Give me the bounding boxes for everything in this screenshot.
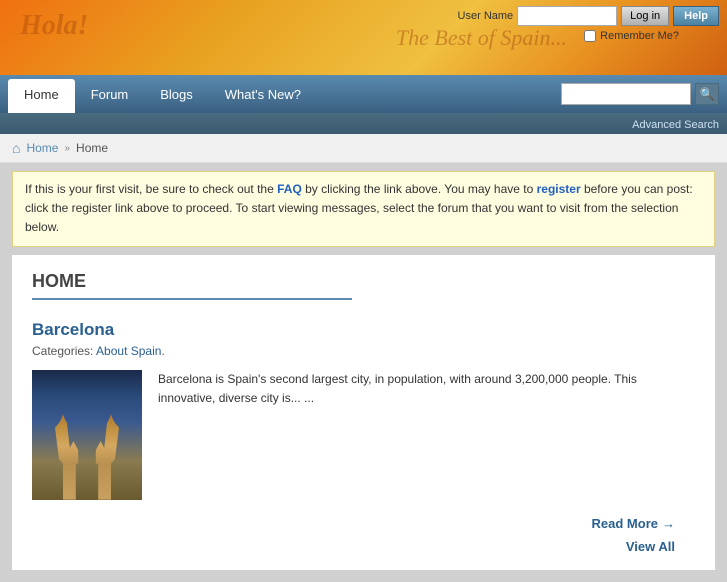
home-icon: ⌂ (12, 140, 20, 156)
article-image (32, 370, 142, 500)
remember-label: Remember Me? (600, 30, 679, 42)
register-link[interactable]: register (537, 182, 581, 196)
read-more-link[interactable]: Read More → (592, 516, 675, 531)
info-text-2: by clicking the link above. You may have… (302, 182, 537, 196)
article-title[interactable]: Barcelona (32, 320, 695, 340)
breadcrumb-home-link[interactable]: Home (26, 141, 58, 155)
read-more-area: Read More → (32, 516, 695, 531)
article-body: Barcelona is Spain's second largest city… (32, 370, 695, 500)
faq-link[interactable]: FAQ (277, 182, 302, 196)
username-label: User Name (458, 10, 514, 22)
navbar: Home Forum Blogs What's New? 🔍 (0, 75, 727, 113)
nav-item-whats-new[interactable]: What's New? (209, 75, 317, 113)
help-button[interactable]: Help (673, 6, 719, 26)
advanced-search-bar: Advanced Search (0, 113, 727, 134)
view-all-area: View All (32, 539, 695, 554)
categories-label: Categories: (32, 344, 93, 358)
article-text: Barcelona is Spain's second largest city… (158, 370, 695, 500)
breadcrumb: ⌂ Home » Home (0, 134, 727, 163)
nav-item-blogs[interactable]: Blogs (144, 75, 209, 113)
breadcrumb-current: Home (76, 141, 108, 155)
logo-text: Hola! (20, 10, 88, 42)
info-text-1: If this is your first visit, be sure to … (25, 182, 277, 196)
login-button[interactable]: Log in (621, 6, 669, 26)
read-more-label: Read More (592, 516, 658, 531)
breadcrumb-arrow: » (64, 143, 70, 154)
category-link[interactable]: About Spain (96, 344, 161, 358)
read-more-arrow-icon: → (662, 516, 675, 531)
search-icon: 🔍 (700, 87, 715, 101)
search-button[interactable]: 🔍 (695, 83, 719, 105)
login-row: User Name Log in Help (458, 6, 719, 26)
main-content: HOME Barcelona Categories: About Spain. … (12, 255, 715, 570)
view-all-link[interactable]: View All (626, 539, 675, 554)
nav-search-area: 🔍 (561, 75, 719, 113)
login-area: User Name Log in Help Remember Me? (458, 6, 719, 42)
nav-item-home[interactable]: Home (8, 79, 75, 113)
remember-row: Remember Me? (584, 30, 679, 42)
username-input[interactable] (517, 6, 617, 26)
home-title: HOME (32, 271, 352, 300)
search-input[interactable] (561, 83, 691, 105)
article-categories: Categories: About Spain. (32, 344, 695, 358)
remember-checkbox[interactable] (584, 30, 596, 42)
header: Hola! The Best of Spain... User Name Log… (0, 0, 727, 75)
nav-item-forum[interactable]: Forum (75, 75, 145, 113)
advanced-search-link[interactable]: Advanced Search (632, 119, 719, 131)
info-box: If this is your first visit, be sure to … (12, 171, 715, 247)
